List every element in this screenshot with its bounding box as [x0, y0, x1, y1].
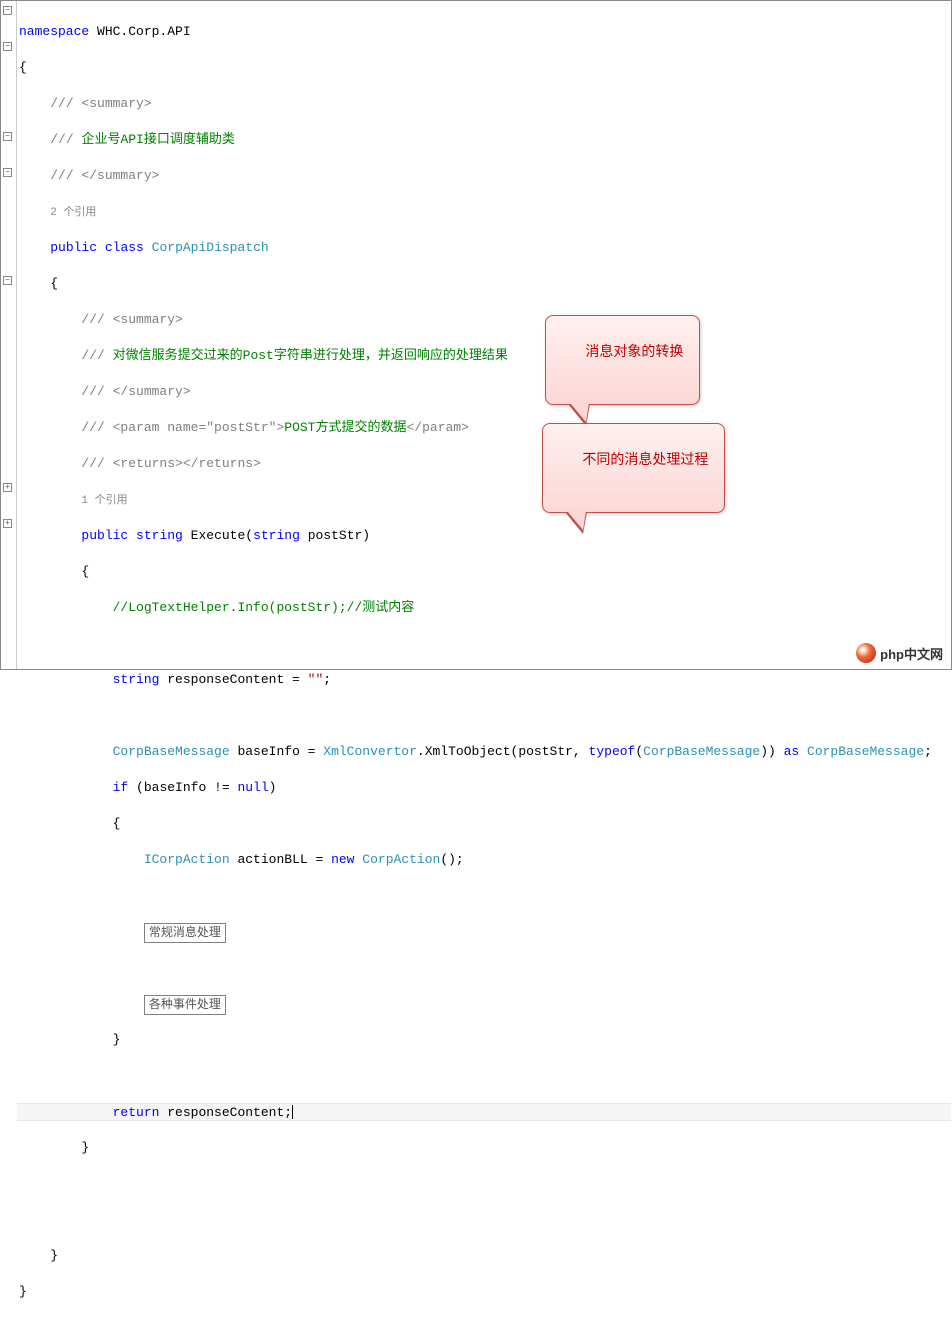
fold-icon-summary1[interactable]: − [3, 42, 12, 51]
param-text: POST方式提交的数据 [284, 420, 406, 435]
brace: { [81, 564, 89, 579]
kw-class: class [105, 240, 144, 255]
fold-icon-summary2[interactable]: − [3, 168, 12, 177]
fold-icon-class[interactable]: − [3, 132, 12, 141]
class-comment: 企业号API接口调度辅助类 [81, 132, 234, 147]
collapsed-region-2[interactable]: 各种事件处理 [144, 995, 226, 1015]
param-open: /// <param name="postStr"> [81, 420, 284, 435]
fold-gutter: − − − − − + + [1, 1, 17, 669]
log-comment: //LogTextHelper.Info(postStr);//测试内容 [113, 600, 415, 615]
brace: } [113, 1032, 121, 1047]
brace: } [50, 1248, 58, 1263]
refs-count[interactable]: 2 个引用 [50, 207, 96, 219]
type-corpaction: CorpAction [362, 852, 440, 867]
xml-summary-open: /// <summary> [50, 96, 151, 111]
kw-string2: string [253, 528, 300, 543]
code-area[interactable]: namespace WHC.Corp.API { /// <summary> /… [17, 1, 951, 669]
paren-close: ) [269, 780, 277, 795]
brace: } [81, 1140, 89, 1155]
xml-prefix: /// [81, 348, 112, 363]
type-corpbase: CorpBaseMessage [113, 744, 230, 759]
callout-2: 不同的消息处理过程 [542, 423, 725, 513]
resp-var: responseContent = [159, 672, 307, 687]
fold-icon-collapsed1[interactable]: + [3, 483, 12, 492]
return-expr: responseContent; [159, 1105, 292, 1120]
kw-as: as [784, 744, 800, 759]
kw-typeof: typeof [589, 744, 636, 759]
kw-null: null [237, 780, 268, 795]
kw-public: public [50, 240, 97, 255]
kw-new: new [331, 852, 354, 867]
typeof-open: ( [635, 744, 643, 759]
callout-1-text: 消息对象的转换 [585, 343, 683, 359]
ctor: (); [440, 852, 463, 867]
method-comment: 对微信服务提交过来的Post字符串进行处理，并返回响应的处理结果 [113, 348, 508, 363]
callout-tail-icon [565, 512, 587, 534]
code-editor: − − − − − + + namespace WHC.Corp.API { /… [1, 1, 951, 669]
refs-count-method[interactable]: 1 个引用 [81, 495, 127, 507]
php-logo-icon [856, 643, 876, 663]
watermark-text: php中文网 [880, 644, 943, 663]
xml-summary-open2: /// <summary> [81, 312, 182, 327]
typeof-close: )) [760, 744, 783, 759]
watermark: php中文网 [856, 643, 943, 663]
method-param: postStr) [300, 528, 370, 543]
base-var: baseInfo = [230, 744, 324, 759]
method-name: Execute( [183, 528, 253, 543]
action-var: actionBLL = [230, 852, 331, 867]
param-close: </param> [406, 420, 468, 435]
xml-prefix: /// [50, 132, 81, 147]
kw-string3: string [113, 672, 160, 687]
returns-tag: /// <returns></returns> [81, 456, 260, 471]
type-icorpaction: ICorpAction [144, 852, 230, 867]
fold-icon-collapsed2[interactable]: + [3, 519, 12, 528]
class-name: CorpApiDispatch [144, 240, 269, 255]
type-corpbase3: CorpBaseMessage [807, 744, 924, 759]
semi: ; [323, 672, 331, 687]
brace: { [19, 59, 951, 77]
text-cursor [292, 1105, 293, 1119]
semi2: ; [924, 744, 932, 759]
ns-name: WHC.Corp.API [89, 24, 190, 39]
brace: { [113, 816, 121, 831]
xml-method: .XmlToObject(postStr, [417, 744, 589, 759]
if-cond: (baseInfo != [128, 780, 237, 795]
type-corpbase2: CorpBaseMessage [643, 744, 760, 759]
kw-if: if [113, 780, 129, 795]
brace: { [50, 276, 58, 291]
fold-icon-method[interactable]: − [3, 276, 12, 285]
xml-summary-close2: /// </summary> [81, 384, 190, 399]
callout-2-text: 不同的消息处理过程 [582, 451, 708, 467]
callout-1: 消息对象的转换 [545, 315, 700, 405]
kw-namespace: namespace [19, 24, 89, 39]
kw-public2: public [81, 528, 128, 543]
type-xmlconv: XmlConvertor [323, 744, 417, 759]
fold-icon-namespace[interactable]: − [3, 6, 12, 15]
xml-summary-close: /// </summary> [50, 168, 159, 183]
brace: } [19, 1284, 27, 1299]
collapsed-region-1[interactable]: 常规消息处理 [144, 923, 226, 943]
kw-string: string [136, 528, 183, 543]
kw-return: return [113, 1105, 160, 1120]
empty-str: "" [308, 672, 324, 687]
